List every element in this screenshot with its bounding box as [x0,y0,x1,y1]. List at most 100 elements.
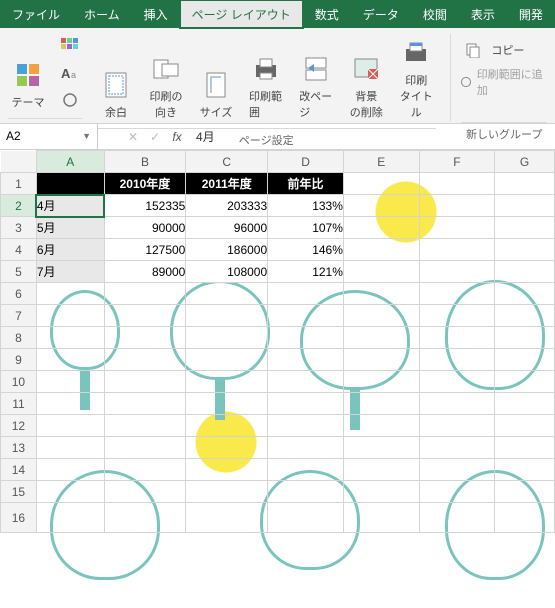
row-header-14[interactable]: 14 [1,459,37,481]
col-header-c[interactable]: C [186,151,268,173]
cell[interactable] [268,459,344,481]
themes-button[interactable]: テーマ [8,56,48,112]
cell[interactable] [419,305,495,327]
cell[interactable] [104,437,186,459]
cell[interactable] [343,283,419,305]
cell[interactable] [343,261,419,283]
name-box[interactable]: A2 ▼ [0,124,98,150]
cell[interactable] [268,371,344,393]
cell[interactable] [36,415,104,437]
cell[interactable] [343,217,419,239]
cell[interactable] [36,371,104,393]
cell[interactable] [186,481,268,503]
cell[interactable] [268,283,344,305]
cell[interactable]: 2010年度 [104,173,186,195]
cell[interactable] [268,327,344,349]
cell[interactable] [343,481,419,503]
cell[interactable] [36,393,104,415]
cell[interactable] [104,393,186,415]
cell[interactable] [419,217,495,239]
cell[interactable] [186,371,268,393]
cell[interactable] [495,173,555,195]
cell[interactable]: 152335 [104,195,186,217]
row-header-1[interactable]: 1 [1,173,37,195]
cell[interactable] [104,283,186,305]
cell[interactable]: 121% [268,261,344,283]
cell[interactable] [268,481,344,503]
cell[interactable] [495,459,555,481]
cell[interactable] [419,437,495,459]
cell[interactable] [495,305,555,327]
cell[interactable] [104,305,186,327]
cell[interactable] [104,349,186,371]
cell[interactable] [343,437,419,459]
tab-file[interactable]: ファイル [0,0,72,28]
cell[interactable] [186,283,268,305]
cell[interactable]: 186000 [186,239,268,261]
row-header-2[interactable]: 2 [1,195,37,217]
cell[interactable] [104,371,186,393]
cell[interactable] [495,239,555,261]
cell[interactable] [36,481,104,503]
cell[interactable]: 108000 [186,261,268,283]
cell[interactable]: 2011年度 [186,173,268,195]
cell[interactable] [36,173,104,195]
cell[interactable] [343,327,419,349]
row-header-3[interactable]: 3 [1,217,37,239]
cell[interactable] [36,503,104,533]
cell[interactable] [343,349,419,371]
cell[interactable] [343,415,419,437]
tab-home[interactable]: ホーム [72,0,132,28]
cell[interactable] [419,481,495,503]
cell[interactable]: 96000 [186,217,268,239]
cell[interactable] [495,217,555,239]
select-all-corner[interactable] [1,151,37,173]
cell[interactable]: 90000 [104,217,186,239]
cell[interactable] [495,481,555,503]
cell[interactable] [495,349,555,371]
cell[interactable] [36,283,104,305]
chevron-down-icon[interactable]: ▼ [82,131,91,141]
cell[interactable] [36,349,104,371]
cell[interactable] [186,459,268,481]
row-header-8[interactable]: 8 [1,327,37,349]
row-header-11[interactable]: 11 [1,393,37,415]
tab-developer[interactable]: 開発 [507,0,555,28]
cell[interactable] [268,503,344,533]
cell[interactable] [343,393,419,415]
cell[interactable]: 127500 [104,239,186,261]
formula-input[interactable]: 4月 [188,128,555,145]
row-header-12[interactable]: 12 [1,415,37,437]
col-header-b[interactable]: B [104,151,186,173]
cell[interactable] [419,371,495,393]
cell[interactable] [104,415,186,437]
print-area-button[interactable]: 印刷範囲 [246,50,286,122]
row-header-4[interactable]: 4 [1,239,37,261]
cell[interactable] [495,327,555,349]
cell[interactable] [186,503,268,533]
col-header-d[interactable]: D [268,151,344,173]
cell[interactable] [419,261,495,283]
fonts-icon[interactable]: Aa [58,61,82,85]
cell[interactable] [36,437,104,459]
cell[interactable] [419,173,495,195]
col-header-f[interactable]: F [419,151,495,173]
col-header-g[interactable]: G [495,151,555,173]
cell[interactable] [419,349,495,371]
cell[interactable] [495,283,555,305]
cell[interactable] [268,305,344,327]
tab-data[interactable]: データ [351,0,411,28]
cell[interactable]: 203333 [186,195,268,217]
cell[interactable] [186,349,268,371]
cell[interactable] [495,195,555,217]
size-button[interactable]: サイズ [196,66,236,122]
background-button[interactable]: 背景 の削除 [346,50,386,122]
row-header-9[interactable]: 9 [1,349,37,371]
cell[interactable] [419,459,495,481]
cell[interactable] [419,195,495,217]
row-header-7[interactable]: 7 [1,305,37,327]
cell[interactable] [495,261,555,283]
row-header-10[interactable]: 10 [1,371,37,393]
effects-icon[interactable] [58,88,82,112]
cell[interactable] [495,503,555,533]
